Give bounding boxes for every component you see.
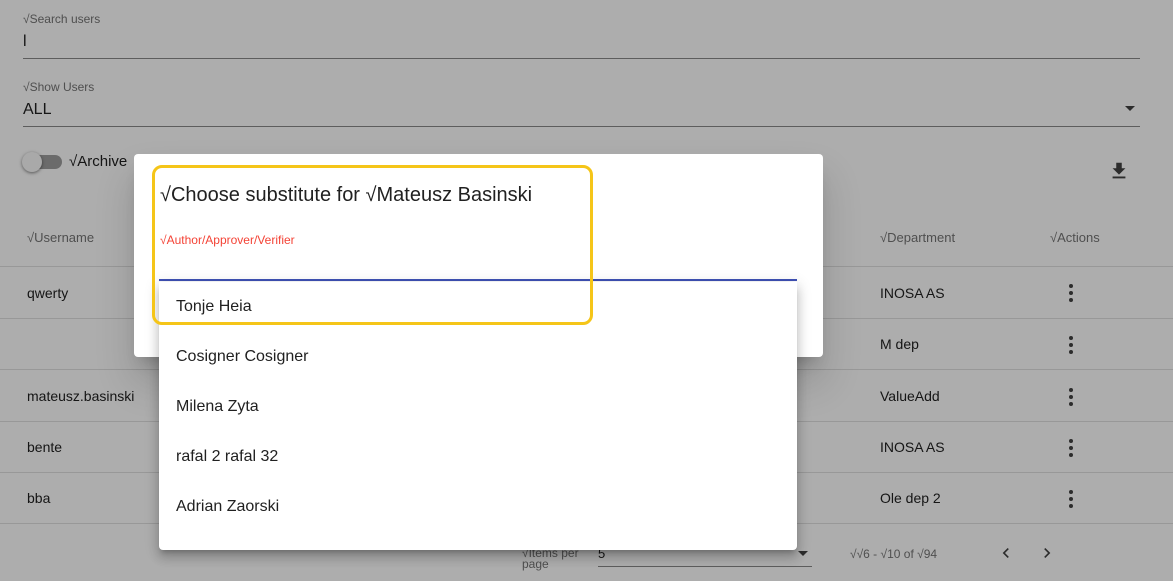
option-item[interactable]: Cosigner Cosigner	[159, 332, 797, 382]
option-item[interactable]: Adrian Zaorski	[159, 482, 797, 532]
option-item[interactable]: Milena Zyta	[159, 382, 797, 432]
option-item[interactable]: rafal 2 rafal 32	[159, 432, 797, 482]
highlight-box	[152, 165, 593, 325]
